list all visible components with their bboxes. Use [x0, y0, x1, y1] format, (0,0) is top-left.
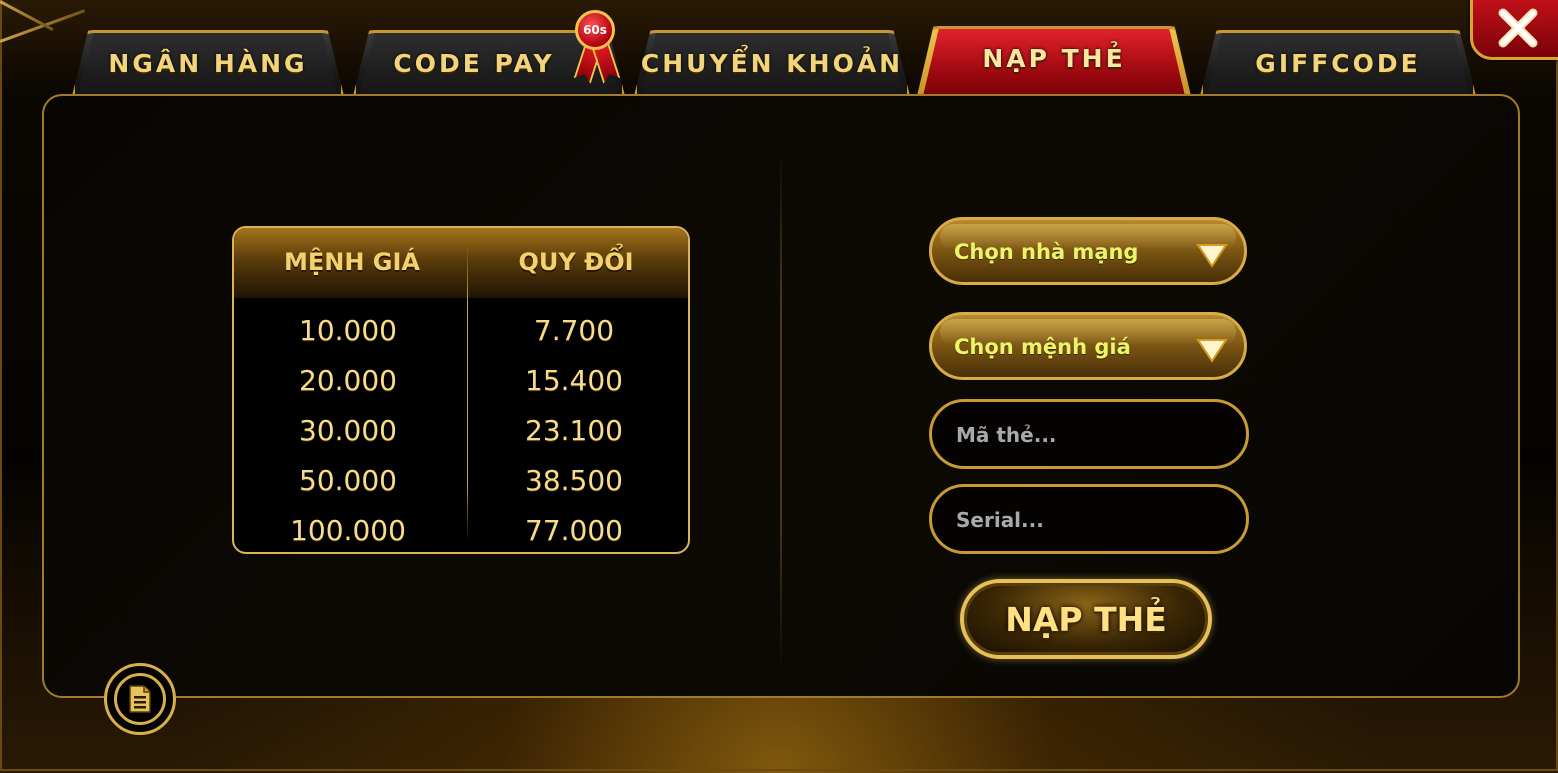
table-row: 10.000 7.700 — [234, 314, 688, 364]
card-code-field — [929, 399, 1249, 469]
history-button-inner — [114, 673, 166, 725]
rate-value: 10.000 — [299, 314, 397, 347]
triangle-down-icon — [1196, 339, 1228, 363]
rate-exchange: 15.400 — [525, 364, 623, 397]
rate-exchange: 77.000 — [525, 514, 623, 547]
timer-badge: 60s — [573, 10, 619, 82]
panel-divider — [780, 150, 782, 670]
tab-giffcode[interactable]: GIFFCODE — [1200, 30, 1476, 96]
tab-label: NGÂN HÀNG — [108, 48, 308, 78]
tab-label: NẠP THẺ — [982, 43, 1126, 73]
submit-nap-the-button[interactable]: NẠP THẺ — [960, 579, 1212, 659]
triangle-down-icon — [1196, 244, 1228, 268]
submit-label: NẠP THẺ — [1005, 599, 1167, 639]
rate-exchange: 23.100 — [525, 414, 623, 447]
rate-exchange: 38.500 — [525, 464, 623, 497]
document-icon — [129, 685, 151, 713]
rate-table: MỆNH GIÁ QUY ĐỔI 10.000 7.700 20.000 15.… — [232, 226, 690, 554]
serial-field — [929, 484, 1249, 554]
rate-value: 20.000 — [299, 364, 397, 397]
rate-value: 100.000 — [290, 514, 406, 547]
history-button[interactable] — [104, 663, 176, 735]
tab-label: GIFFCODE — [1255, 48, 1421, 78]
rate-value: 30.000 — [299, 414, 397, 447]
table-row: 20.000 15.400 — [234, 364, 688, 414]
tab-ngan-hang[interactable]: NGÂN HÀNG — [72, 30, 344, 96]
close-icon — [1498, 8, 1538, 48]
network-select[interactable]: Chọn nhà mạng — [929, 217, 1247, 285]
header-menh-gia: MỆNH GIÁ — [283, 248, 420, 276]
card-code-input[interactable] — [954, 418, 1228, 452]
tab-label: CODE PAY — [393, 48, 555, 78]
tab-chuyen-khoan[interactable]: CHUYỂN KHOẢN — [634, 30, 910, 96]
close-button[interactable] — [1470, 0, 1558, 60]
medal-icon: 60s — [575, 10, 615, 50]
tab-nap-the[interactable]: NẠP THẺ — [917, 26, 1191, 96]
rate-exchange: 7.700 — [533, 314, 615, 347]
denomination-select[interactable]: Chọn mệnh giá — [929, 312, 1247, 380]
table-row: 100.000 77.000 — [234, 514, 688, 552]
network-select-label: Chọn nhà mạng — [954, 240, 1139, 264]
denomination-select-label: Chọn mệnh giá — [954, 335, 1131, 359]
table-row: 30.000 23.100 — [234, 414, 688, 464]
serial-input[interactable] — [954, 503, 1228, 537]
tab-label: CHUYỂN KHOẢN — [640, 48, 904, 78]
header-quy-doi: QUY ĐỔI — [518, 248, 634, 276]
table-row: 50.000 38.500 — [234, 464, 688, 514]
rate-value: 50.000 — [299, 464, 397, 497]
